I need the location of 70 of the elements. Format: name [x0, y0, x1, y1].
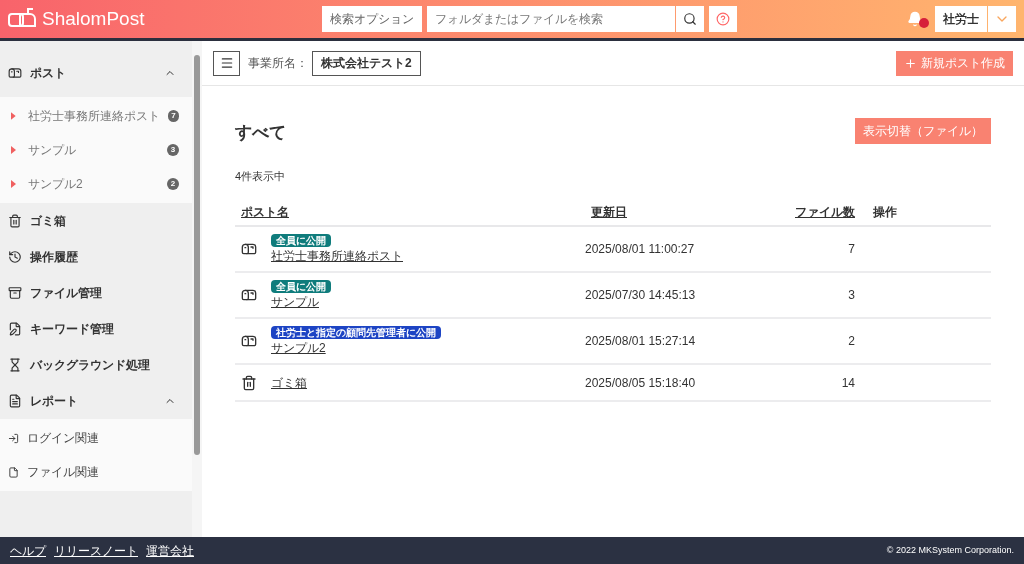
archive-box-icon [8, 286, 22, 300]
file-count: 2 [743, 318, 873, 364]
sidebar-subitem[interactable]: サンプル2 2 [0, 167, 192, 201]
caret-icon [11, 112, 16, 120]
sidebar-item[interactable]: バックグラウンド処理 [0, 347, 192, 383]
sidebar-item[interactable]: ゴミ箱 [0, 203, 192, 239]
visibility-tag: 社労士と指定の顧問先管理者に公開 [271, 325, 441, 339]
footer-link[interactable]: リリースノート [54, 541, 138, 560]
copyright: © 2022 MKSystem Corporation. [886, 543, 1014, 557]
login-icon [8, 432, 19, 444]
updated-date: 2025/08/05 15:18:40 [585, 364, 743, 401]
column-header[interactable]: ファイル数 [789, 204, 861, 219]
file-edit-icon [8, 322, 22, 336]
history-icon [8, 250, 22, 264]
count-badge: 2 [167, 178, 179, 190]
hourglass-icon [8, 358, 22, 372]
mailbox-icon [241, 287, 257, 303]
menu-icon [219, 56, 234, 70]
updated-date: 2025/08/01 11:00:27 [585, 226, 743, 272]
sidebar-subitem[interactable]: ファイル関連 [0, 455, 192, 489]
post-link[interactable]: サンプル2 [271, 338, 326, 357]
file-icon [8, 466, 19, 478]
sidebar-item[interactable]: 操作履歴 [0, 239, 192, 275]
column-header[interactable]: 更新日 [585, 204, 633, 219]
help-icon [716, 12, 730, 26]
search-button[interactable] [676, 6, 704, 32]
post-link[interactable]: ゴミ箱 [271, 373, 307, 392]
file-count: 7 [743, 226, 873, 272]
sidebar-subitem[interactable]: ログイン関連 [0, 421, 192, 455]
footer-link[interactable]: 運営会社 [146, 541, 194, 560]
trash-icon [8, 214, 22, 228]
user-name: 社労士 [935, 6, 987, 32]
count-badge: 3 [167, 144, 179, 156]
search-icon [683, 12, 697, 26]
footer-link[interactable]: ヘルプ [10, 541, 46, 560]
sidebar-item[interactable]: キーワード管理 [0, 311, 192, 347]
menu-button[interactable] [213, 50, 240, 76]
updated-date: 2025/07/30 14:45:13 [585, 272, 743, 318]
file-count: 14 [743, 364, 873, 401]
visibility-tag: 全員に公開 [271, 233, 331, 247]
updated-date: 2025/08/01 15:27:14 [585, 318, 743, 364]
post-link[interactable]: サンプル [271, 292, 319, 311]
logo-icon [8, 8, 38, 30]
office-name: 株式会社テスト2 [312, 50, 421, 76]
column-header[interactable]: 操作 [873, 204, 897, 219]
logo-text: ShalomPost [42, 6, 145, 31]
sidebar-subitem[interactable]: サンプル 3 [0, 133, 192, 167]
search-options-button[interactable]: 検索オプション [322, 6, 422, 32]
visibility-tag: 全員に公開 [271, 279, 331, 293]
office-label: 事業所名： [248, 55, 308, 72]
scrollbar[interactable] [192, 41, 202, 537]
mailbox-icon [241, 333, 257, 349]
page-title: すべて [235, 122, 286, 144]
bell-icon[interactable] [907, 11, 923, 27]
search-field[interactable]: フォルダまたはファイルを検索 [427, 6, 675, 32]
caret-icon [11, 146, 16, 154]
mailbox-icon [241, 241, 257, 257]
sidebar-subitem[interactable]: 社労士事務所連絡ポスト 7 [0, 99, 192, 133]
column-header[interactable]: ポスト名 [235, 204, 295, 219]
help-button[interactable] [709, 6, 737, 32]
trash-icon [241, 374, 257, 391]
plus-icon [904, 56, 917, 70]
document-icon [8, 394, 22, 408]
result-count: 4件表示中 [235, 168, 287, 184]
mailbox-icon [8, 66, 22, 80]
file-count: 3 [743, 272, 873, 318]
caret-icon [11, 180, 16, 188]
sidebar-item[interactable]: ファイル管理 [0, 275, 192, 311]
post-link[interactable]: 社労士事務所連絡ポスト [271, 246, 403, 265]
count-badge: 7 [167, 110, 179, 122]
